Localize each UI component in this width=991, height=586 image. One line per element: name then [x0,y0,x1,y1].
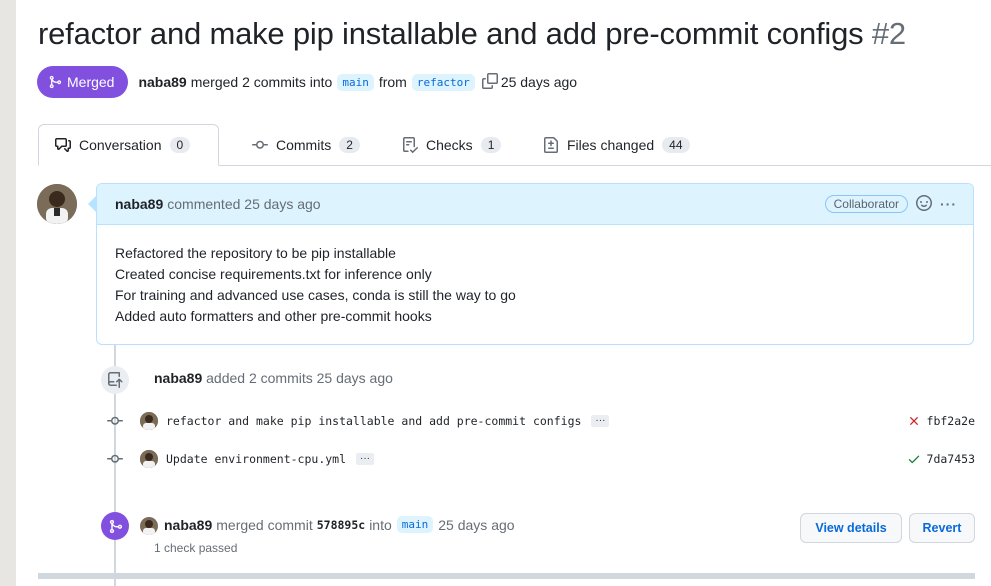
view-details-button[interactable]: View details [800,513,902,543]
tab-count: 1 [480,136,502,153]
commits-event-text: added 2 commits 25 days ago [206,370,393,386]
pr-author-link[interactable]: naba89 [138,74,186,90]
merge-event: naba89 merged commit 578895c into main 2… [102,512,975,558]
pr-title: refactor and make pip installable and ad… [38,16,864,51]
merge-text-1: merged commit [216,516,313,533]
merged-state-badge: Merged [37,66,129,98]
comment-body: Refactored the repository to be pip inst… [97,225,973,327]
pr-time: 25 days ago [500,74,578,90]
repo-push-icon [101,366,129,394]
merge-branch-link[interactable]: main [396,516,434,533]
tab-count: 0 [169,137,191,153]
tab-count: 2 [339,136,360,153]
tab-files-changed[interactable]: Files changed 44 [527,124,706,165]
collaborator-badge: Collaborator [824,195,908,213]
commit-icon [102,413,128,429]
avatar[interactable] [140,450,158,468]
commit-sha-link[interactable]: 7da7453 [927,452,975,466]
comment-icon [55,138,71,152]
x-icon[interactable] [907,414,921,428]
expand-commit-button[interactable]: ··· [356,453,375,465]
comment-box: naba89 commented 25 days ago Collaborato… [96,183,974,345]
pr-tabs: Conversation 0 Commits 2 Checks 1 Files … [38,124,991,166]
comment-actions: Collaborator ··· [824,194,957,214]
merge-event-text: naba89 merged commit 578895c into main 2… [164,516,515,533]
tab-label: Files changed [567,136,655,153]
page-title: refactor and make pip installable and ad… [38,16,906,52]
tab-commits[interactable]: Commits 2 [236,124,376,165]
pr-number: #2 [871,16,906,51]
copy-icon[interactable] [481,72,498,92]
timeline-divider [38,573,975,579]
comment-line: Added auto formatters and other pre-comm… [115,308,432,324]
tab-label: Conversation [79,137,162,153]
merge-time[interactable]: 25 days ago [438,517,514,533]
commit-row: refactor and make pip installable and ad… [102,409,975,433]
pr-meta: Merged naba89 merged 2 commits into main… [37,66,577,98]
tab-conversation[interactable]: Conversation 0 [38,124,219,166]
smiley-icon[interactable] [916,194,932,214]
merge-text-2: into [369,516,392,533]
commit-message-link[interactable]: refactor and make pip installable and ad… [166,414,581,428]
commit-sha-link[interactable]: fbf2a2e [927,414,975,428]
merged-label: Merged [67,74,115,90]
commit-status: fbf2a2e [907,414,975,428]
comment-header: naba89 commented 25 days ago Collaborato… [97,184,973,225]
tab-label: Checks [426,136,473,153]
commits-event: naba89 added 2 commits 25 days ago [154,370,393,386]
avatar[interactable] [140,412,158,430]
checks-summary: 1 check passed [154,541,238,555]
kebab-horizontal-icon[interactable]: ··· [940,196,957,212]
check-icon[interactable] [907,452,921,466]
merge-author-link[interactable]: naba89 [164,517,212,533]
comment-line: Created concise requirements.txt for inf… [115,266,432,282]
commit-row: Update environment-cpu.yml ··· 7da7453 [102,447,975,471]
comment-time[interactable]: commented 25 days ago [167,196,320,212]
pr-page: refactor and make pip installable and ad… [16,0,991,586]
head-branch-link[interactable]: refactor [411,73,475,91]
comment-line: For training and advanced use cases, con… [115,287,516,303]
tab-label: Commits [276,136,332,153]
avatar[interactable] [140,517,158,535]
tab-checks[interactable]: Checks 1 [386,124,517,165]
commit-status: 7da7453 [907,452,975,466]
commit-message-link[interactable]: Update environment-cpu.yml [166,452,346,466]
revert-button[interactable]: Revert [909,513,975,543]
base-branch-link[interactable]: main [337,73,374,91]
commit-icon [102,451,128,467]
comment-author-link[interactable]: naba89 [115,196,163,212]
merge-commit-sha-link[interactable]: 578895c [317,518,365,532]
commits-author-link[interactable]: naba89 [154,370,202,386]
checklist-icon [403,136,418,153]
avatar[interactable] [37,184,77,224]
expand-commit-button[interactable]: ··· [591,415,610,427]
file-diff-icon [544,136,558,153]
commit-icon [252,140,268,149]
merge-icon [49,75,62,89]
comment-line: Refactored the repository to be pip inst… [115,245,396,261]
from-text: from [378,74,407,90]
tab-count: 44 [662,136,690,153]
comment-pointer [88,196,96,212]
merge-summary: merged 2 commits into [190,74,333,90]
